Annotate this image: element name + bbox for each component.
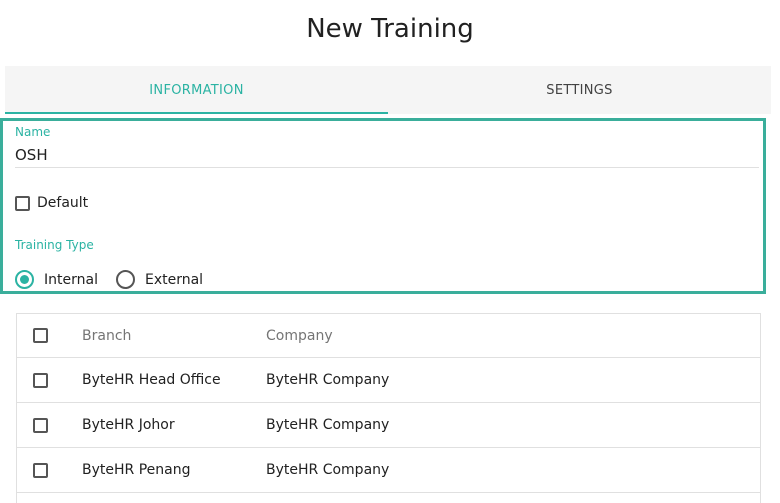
default-checkbox[interactable] bbox=[15, 195, 30, 211]
table-row[interactable]: ByteHR Head Office ByteHR Company bbox=[17, 358, 760, 403]
row-checkbox[interactable] bbox=[33, 462, 48, 478]
tab-information[interactable]: INFORMATION bbox=[5, 66, 388, 114]
branch-cell: ByteHR Johor bbox=[82, 417, 175, 433]
information-form: Name Default Training Type Internal Exte… bbox=[0, 118, 766, 294]
name-label: Name bbox=[15, 125, 51, 139]
external-radio[interactable] bbox=[115, 270, 135, 289]
training-type-radio-group: Internal External bbox=[15, 270, 203, 289]
default-label: Default bbox=[37, 195, 89, 211]
training-type-label: Training Type bbox=[15, 238, 94, 252]
default-checkbox-row[interactable]: Default bbox=[15, 195, 88, 211]
select-all-checkbox[interactable] bbox=[33, 328, 48, 343]
company-cell: ByteHR Company bbox=[266, 372, 390, 388]
company-cell: ByteHR Company bbox=[266, 462, 390, 478]
column-header-branch[interactable]: Branch bbox=[82, 314, 131, 357]
branch-cell: ByteHR Penang bbox=[82, 462, 191, 478]
internal-radio[interactable] bbox=[15, 270, 34, 289]
branch-cell: ByteHR Head Office bbox=[82, 372, 221, 388]
page-title: New Training bbox=[306, 14, 474, 44]
name-input[interactable] bbox=[15, 143, 751, 167]
tab-settings[interactable]: SETTINGS bbox=[388, 66, 771, 114]
internal-label: Internal bbox=[44, 271, 98, 288]
external-label: External bbox=[144, 271, 204, 288]
table-row[interactable]: ByteHR Penang ByteHR Company bbox=[17, 448, 760, 493]
company-cell: ByteHR Company bbox=[266, 417, 390, 433]
row-checkbox[interactable] bbox=[33, 417, 48, 433]
table-row[interactable]: ByteHR Johor ByteHR Company bbox=[17, 403, 760, 448]
branch-table: Branch Company ByteHR Head Office ByteHR… bbox=[16, 313, 761, 503]
name-input-underline bbox=[15, 167, 759, 168]
row-checkbox[interactable] bbox=[33, 372, 48, 388]
table-header-row: Branch Company bbox=[17, 314, 760, 358]
tab-bar: INFORMATION SETTINGS bbox=[5, 66, 771, 114]
column-header-company[interactable]: Company bbox=[266, 314, 333, 357]
